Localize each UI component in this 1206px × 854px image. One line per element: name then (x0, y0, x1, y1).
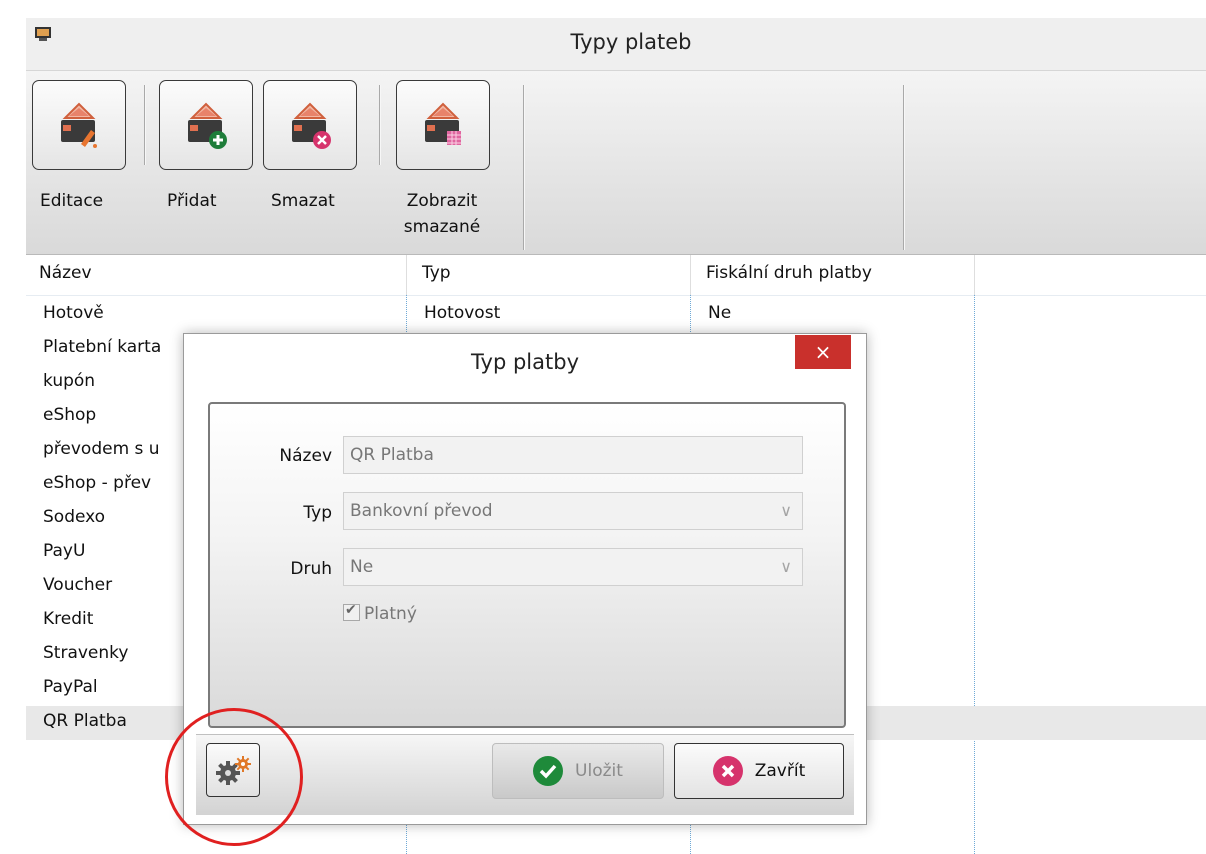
dialog-form-panel: Název QR Platba Typ Bankovní převod ∨ Dr… (208, 402, 846, 728)
table-cell-name: PayPal (43, 677, 98, 697)
valid-checkbox[interactable]: ✔ Platný (343, 602, 417, 624)
checkmark-circle-icon (533, 756, 564, 786)
wallet-show-deleted-icon (425, 102, 461, 145)
wallet-edit-icon (61, 102, 97, 148)
table-cell-name: kupón (43, 371, 96, 391)
type-field-label: Typ (303, 503, 332, 523)
column-header-type[interactable]: Typ (422, 263, 451, 283)
table-cell-name: Sodexo (43, 507, 106, 527)
kind-select-value: Ne (350, 557, 374, 577)
toolbar-separator (379, 85, 381, 165)
table-cell-name: Hotově (43, 303, 104, 323)
close-icon: × (814, 340, 832, 364)
table-cell-name: eShop - přev (43, 473, 152, 493)
save-button-label: Uložit (575, 761, 623, 781)
column-header-fiscal[interactable]: Fiskální druh platby (706, 263, 872, 283)
name-field-label: Název (279, 446, 332, 466)
table-cell-name: eShop (43, 405, 97, 425)
show-deleted-button-box[interactable] (396, 80, 490, 170)
kind-field-label: Druh (290, 559, 332, 579)
checkbox-box[interactable]: ✔ (343, 602, 360, 621)
chevron-down-icon: ∨ (780, 501, 792, 520)
delete-button-label: Smazat (271, 191, 335, 211)
column-separator (406, 255, 407, 295)
edit-button-box[interactable] (32, 80, 126, 170)
table-header: Název Typ Fiskální druh platby (26, 255, 1206, 296)
chevron-down-icon: ∨ (780, 557, 792, 576)
table-row[interactable]: Hotově Hotovost Ne (26, 298, 1206, 332)
close-dialog-button-label: Zavřít (754, 761, 806, 781)
column-header-name[interactable]: Název (39, 263, 92, 283)
table-cell-name: PayU (43, 541, 86, 561)
x-circle-icon (712, 756, 743, 786)
wallet-delete-icon (292, 102, 331, 149)
table-cell-name: Kredit (43, 609, 94, 629)
table-cell-name: QR Platba (43, 711, 127, 731)
add-button-box[interactable] (159, 80, 253, 170)
kind-select[interactable]: Ne ∨ (343, 548, 803, 586)
delete-button-box[interactable] (263, 80, 357, 170)
toolbar-separator (144, 85, 146, 165)
column-separator (974, 255, 975, 295)
table-cell-name: Stravenky (43, 643, 129, 663)
wallet-add-icon (188, 102, 227, 149)
show-deleted-button-label: Zobrazit smazané (403, 191, 481, 237)
type-select-value: Bankovní převod (350, 501, 493, 521)
column-separator (690, 255, 691, 295)
dialog-close-button[interactable]: × (795, 335, 851, 369)
table-cell-name: Platební karta (43, 337, 162, 357)
close-dialog-button[interactable]: Zavřít (674, 743, 844, 799)
table-cell-fiscal: Ne (708, 303, 732, 323)
toolbar-separator (523, 85, 525, 250)
toolbar: Editace Přidat Smazat Zobrazit smazané (26, 71, 1206, 255)
window-titlebar: Typy plateb (26, 18, 1206, 71)
table-cell-type: Hotovost (424, 303, 501, 323)
table-cell-name: Voucher (43, 575, 113, 595)
edit-button-label: Editace (40, 191, 104, 211)
toolbar-separator (903, 85, 905, 250)
add-button-label: Přidat (167, 191, 217, 211)
valid-checkbox-label: Platný (364, 604, 417, 624)
type-select[interactable]: Bankovní převod ∨ (343, 492, 803, 530)
save-button[interactable]: Uložit (492, 743, 664, 799)
window-title: Typy plateb (570, 30, 692, 54)
table-cell-name: převodem s u (43, 439, 160, 459)
name-field-value: QR Platba (350, 445, 434, 465)
dialog-title: Typ platby (470, 350, 579, 374)
name-field[interactable]: QR Platba (343, 436, 803, 474)
checkmark-icon: ✔ (345, 602, 357, 618)
highlight-circle (165, 708, 303, 846)
